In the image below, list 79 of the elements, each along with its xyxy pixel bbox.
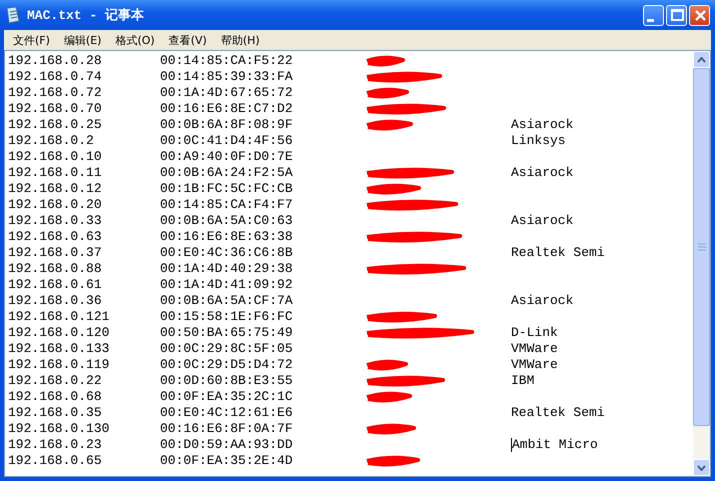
vendor-name: IBM <box>511 373 534 389</box>
minimize-button[interactable] <box>643 4 664 26</box>
vendor-name: Linksys <box>511 133 566 149</box>
vendor-name: Realtek Semi <box>511 405 605 421</box>
mac-address: 00:16:E6:8E:63:38 <box>160 229 294 245</box>
ip-address: 192.168.0.70 <box>8 101 103 117</box>
mac-address: 00:E0:4C:36:C6:8B <box>160 245 294 261</box>
minimize-icon <box>647 18 654 22</box>
ip-address: 192.168.0.130 <box>8 421 110 437</box>
menu-item[interactable]: 帮助(H) <box>214 32 267 48</box>
scroll-down-button[interactable] <box>693 459 710 476</box>
mac-address: 00:16:E6:8F:0A:7F <box>160 421 294 437</box>
menu-item[interactable]: 文件(F) <box>6 32 57 48</box>
mac-address: 00:1A:4D:40:29:38 <box>160 261 294 277</box>
ip-address: 192.168.0.65 <box>8 453 103 469</box>
menu-item[interactable]: 格式(O) <box>108 32 162 48</box>
ip-address: 192.168.0.11 <box>8 165 103 181</box>
mac-address: 00:0B:6A:5A:CF:7A <box>160 293 294 309</box>
ip-address: 192.168.0.25 <box>8 117 103 133</box>
ip-address: 192.168.0.10 <box>8 149 103 165</box>
ip-address: 192.168.0.2 <box>8 133 95 149</box>
ip-address: 192.168.0.33 <box>8 213 103 229</box>
mac-address: 00:50:BA:65:75:49 <box>160 325 294 341</box>
mac-address: 00:1A:4D:41:09:92 <box>160 277 294 293</box>
ip-address: 192.168.0.22 <box>8 373 103 389</box>
notepad-icon <box>5 6 21 24</box>
ip-address: 192.168.0.68 <box>8 389 103 405</box>
mac-address: 00:0D:60:8B:E3:55 <box>160 373 294 389</box>
ip-address: 192.168.0.61 <box>8 277 103 293</box>
maximize-button[interactable] <box>666 4 687 26</box>
close-button[interactable] <box>689 4 710 26</box>
ip-address: 192.168.0.12 <box>8 181 103 197</box>
menu-item[interactable]: 查看(V) <box>162 32 214 48</box>
ip-address: 192.168.0.20 <box>8 197 103 213</box>
mac-address: 00:14:85:39:33:FA <box>160 69 294 85</box>
mac-address: 00:0B:6A:8F:08:9F <box>160 117 294 133</box>
mac-address: 00:0F:EA:35:2C:1C <box>160 389 294 405</box>
ip-address: 192.168.0.72 <box>8 85 103 101</box>
vendor-name: VMWare <box>511 357 558 373</box>
scroll-up-button[interactable] <box>693 51 710 68</box>
ip-address: 192.168.0.28 <box>8 53 103 69</box>
vendor-name: Asiarock <box>511 117 574 133</box>
mac-address: 00:16:E6:8E:C7:D2 <box>160 101 294 117</box>
vendor-name: D-Link <box>511 325 558 341</box>
vendor-name: Ambit Micro <box>512 437 598 453</box>
ip-address: 192.168.0.121 <box>8 309 110 325</box>
vendor-name: Asiarock <box>511 293 574 309</box>
ip-address: 192.168.0.36 <box>8 293 103 309</box>
ip-address: 192.168.0.23 <box>8 437 103 453</box>
mac-address: 00:1A:4D:67:65:72 <box>160 85 294 101</box>
ip-address: 192.168.0.133 <box>8 341 110 357</box>
ip-address: 192.168.0.119 <box>8 357 110 373</box>
mac-address: 00:0F:EA:35:2E:4D <box>160 453 294 469</box>
scrollbar[interactable] <box>693 51 710 476</box>
mac-address: 00:0B:6A:5A:C0:63 <box>160 213 294 229</box>
vendor-name: Realtek Semi <box>511 245 605 261</box>
mac-address: 00:0B:6A:24:F2:5A <box>160 165 294 181</box>
mac-address: 00:0C:29:8C:5F:05 <box>160 341 294 357</box>
mac-address: 00:15:58:1E:F6:FC <box>160 309 294 325</box>
mac-address: 00:0C:29:D5:D4:72 <box>160 357 294 373</box>
mac-address: 00:14:85:CA:F5:22 <box>160 53 294 69</box>
mac-address: 00:1B:FC:5C:FC:CB <box>160 181 294 197</box>
menu-item[interactable]: 编辑(E) <box>56 32 108 48</box>
vendor-name: Asiarock <box>511 165 574 181</box>
ip-address: 192.168.0.35 <box>8 405 103 421</box>
ip-address: 192.168.0.88 <box>8 261 103 277</box>
mac-address: 00:A9:40:0F:D0:7E <box>160 149 294 165</box>
mac-address: 00:14:85:CA:F4:F7 <box>160 197 294 213</box>
mac-address: 00:E0:4C:12:61:E6 <box>160 405 294 421</box>
ip-address: 192.168.0.120 <box>8 325 110 341</box>
ip-address: 192.168.0.37 <box>8 245 103 261</box>
window-title: MAC.txt - 记事本 <box>27 7 144 24</box>
vendor-name: VMWare <box>511 341 558 357</box>
ip-address: 192.168.0.63 <box>8 229 103 245</box>
mac-address: 00:D0:59:AA:93:DD <box>160 437 294 453</box>
vendor-name: Asiarock <box>511 213 574 229</box>
ip-address: 192.168.0.74 <box>8 69 103 85</box>
scroll-thumb[interactable] <box>693 68 710 426</box>
mac-address: 00:0C:41:D4:4F:56 <box>160 133 294 149</box>
